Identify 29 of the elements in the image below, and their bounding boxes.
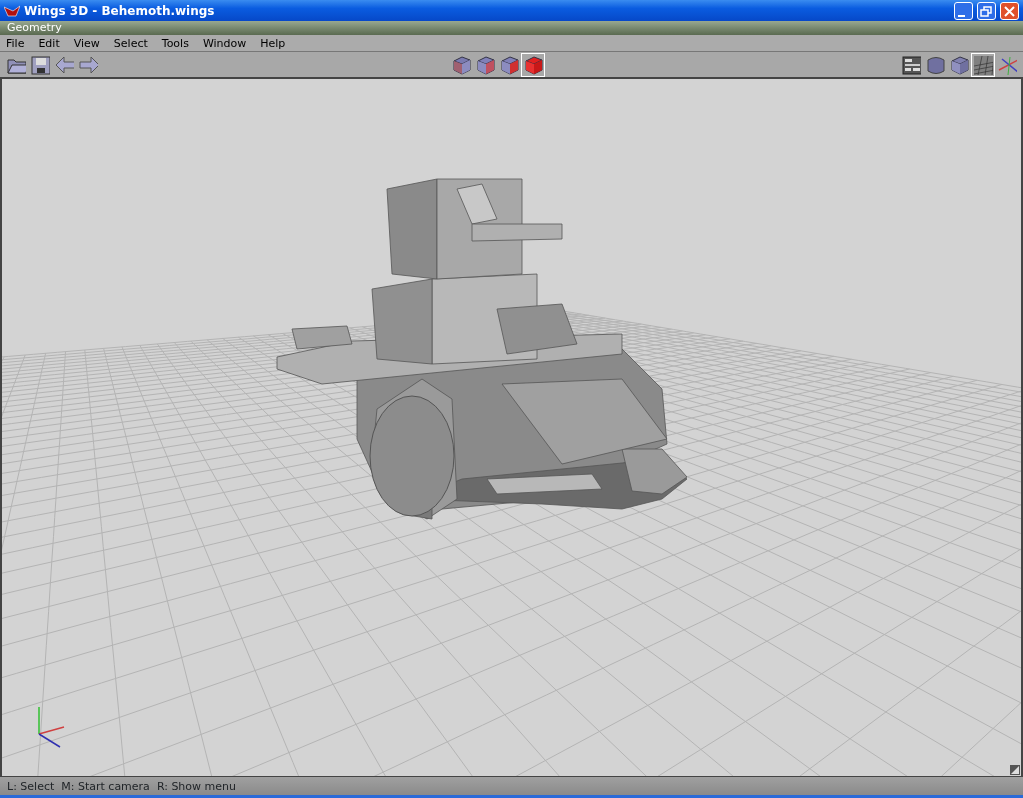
menu-item[interactable]: Tools — [155, 35, 197, 51]
window-layout-icon — [901, 53, 921, 76]
cube-icon — [498, 53, 519, 76]
menu-item[interactable]: Select — [107, 35, 156, 51]
window-title: Wings 3D - Behemoth.wings — [24, 2, 215, 20]
menu-item[interactable]: Edit — [32, 35, 68, 51]
menu-item[interactable]: File — [0, 35, 33, 51]
app-logo-icon — [4, 4, 20, 17]
status-hint: L: Select — [6, 779, 55, 795]
cube-icon — [522, 53, 543, 76]
flat-cube-icon — [949, 53, 969, 76]
toolbar-button[interactable] — [971, 52, 995, 77]
status-hint: R: Show menu — [155, 779, 236, 795]
viewport-title: Geometry — [0, 21, 1023, 35]
status-hint: M: Start camera — [60, 779, 150, 795]
restore-icon — [978, 4, 995, 20]
menu-item[interactable]: Help — [254, 35, 294, 51]
toolbar-button[interactable] — [520, 52, 545, 77]
close-button[interactable] — [1000, 1, 1019, 20]
resize-handle[interactable] — [1010, 765, 1020, 775]
minimize-button[interactable] — [954, 1, 973, 20]
axis-gizmo-icon — [38, 706, 65, 748]
restore-button[interactable] — [977, 1, 996, 20]
cube-icon — [450, 53, 471, 76]
menu-item[interactable]: View — [67, 35, 108, 51]
minimize-icon — [958, 15, 965, 17]
grid-icon — [973, 53, 993, 76]
menu-item[interactable]: Window — [196, 35, 255, 51]
cube-icon — [474, 53, 495, 76]
